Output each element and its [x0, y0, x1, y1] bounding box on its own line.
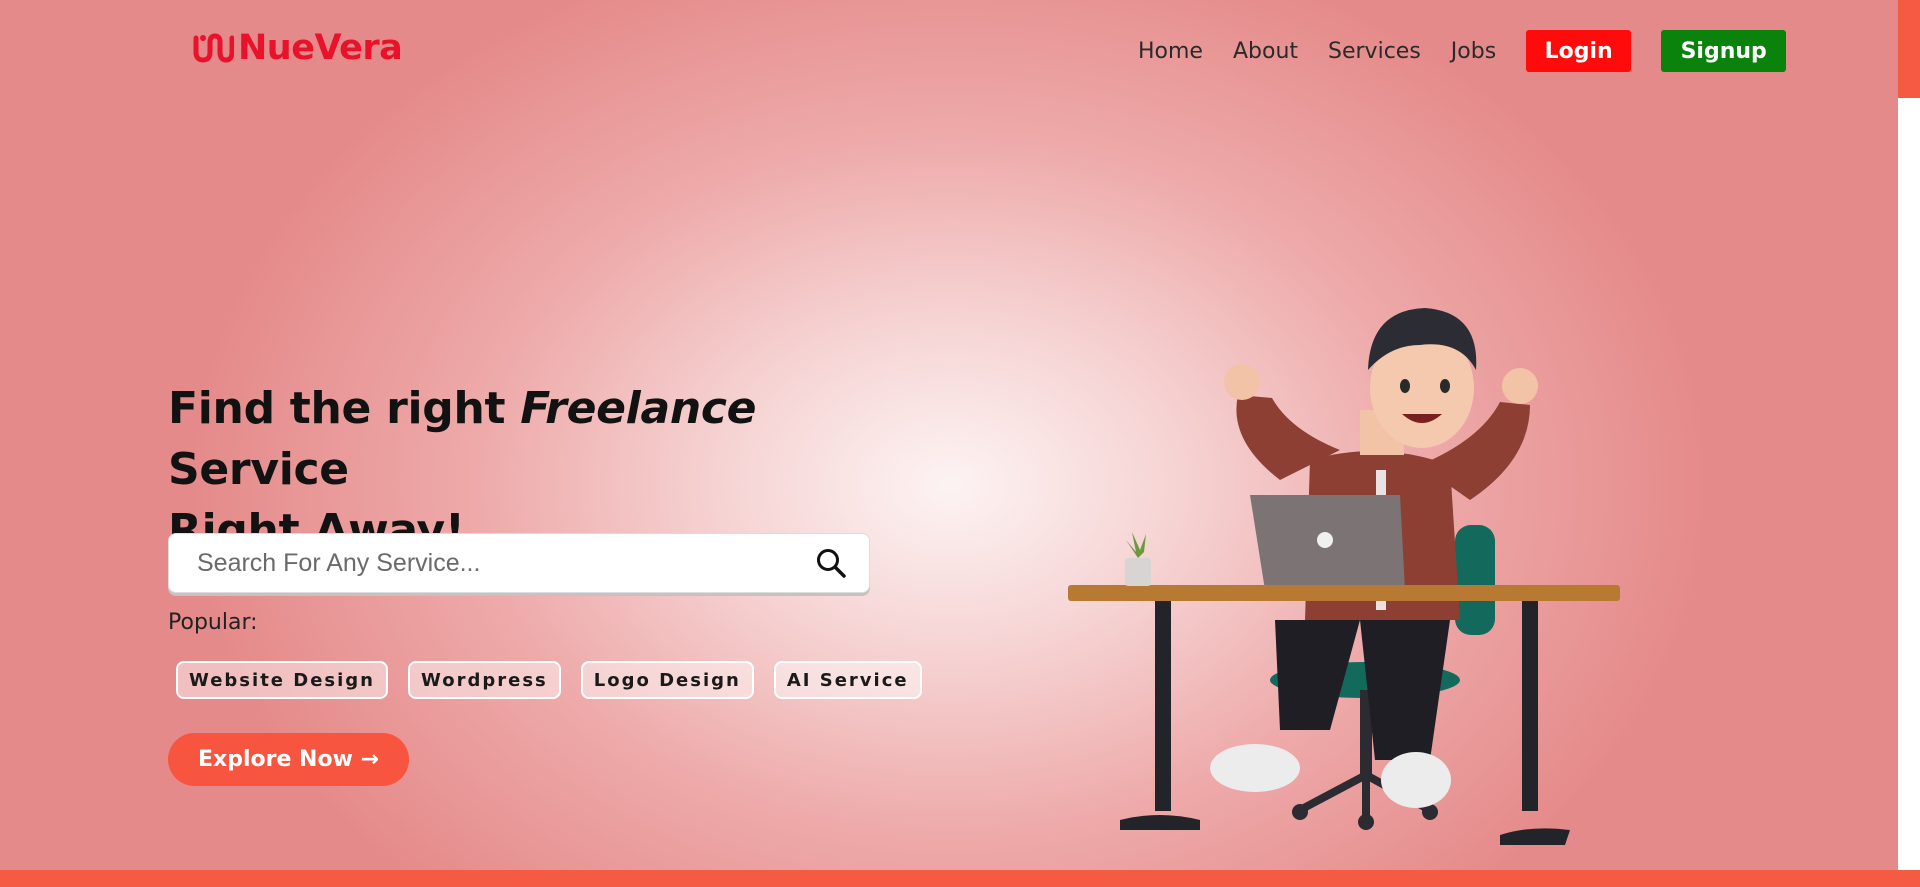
headline-text-1: Find the right — [168, 383, 521, 434]
signup-button[interactable]: Signup — [1661, 30, 1787, 72]
bottom-accent-bar — [0, 870, 1920, 887]
nav-home[interactable]: Home — [1138, 39, 1203, 64]
main-nav: Home About Services Jobs Login Signup — [1138, 30, 1787, 72]
tag-ai-service[interactable]: AI Service — [773, 661, 922, 699]
brand-logo[interactable]: NueVera — [192, 28, 403, 68]
search-input[interactable] — [195, 547, 789, 579]
brand-name: NueVera — [238, 28, 403, 68]
popular-tags: Website Design Wordpress Logo Design AI … — [176, 661, 942, 699]
scrollbar-track[interactable] — [1898, 0, 1920, 870]
nav-services[interactable]: Services — [1328, 39, 1421, 64]
login-button[interactable]: Login — [1526, 30, 1632, 72]
explore-now-button[interactable]: Explore Now → — [168, 733, 409, 786]
search-box — [168, 533, 870, 593]
brand-logo-icon — [193, 33, 234, 63]
freelancer-illustration — [1068, 308, 1620, 845]
plant-pot — [1125, 532, 1154, 586]
headline-emphasis: Freelance — [520, 383, 757, 434]
search-icon[interactable] — [815, 547, 847, 579]
scrollbar-thumb[interactable] — [1898, 0, 1920, 98]
hero-section: NueVera Home About Services Jobs Login S… — [0, 0, 1898, 870]
popular-label: Popular: — [168, 610, 258, 635]
tag-wordpress[interactable]: Wordpress — [408, 661, 561, 699]
tag-website-design[interactable]: Website Design — [176, 661, 389, 699]
headline-text-2: Service — [168, 444, 349, 495]
tag-logo-design[interactable]: Logo Design — [580, 661, 754, 699]
nav-jobs[interactable]: Jobs — [1451, 39, 1496, 64]
nav-about[interactable]: About — [1233, 39, 1298, 64]
